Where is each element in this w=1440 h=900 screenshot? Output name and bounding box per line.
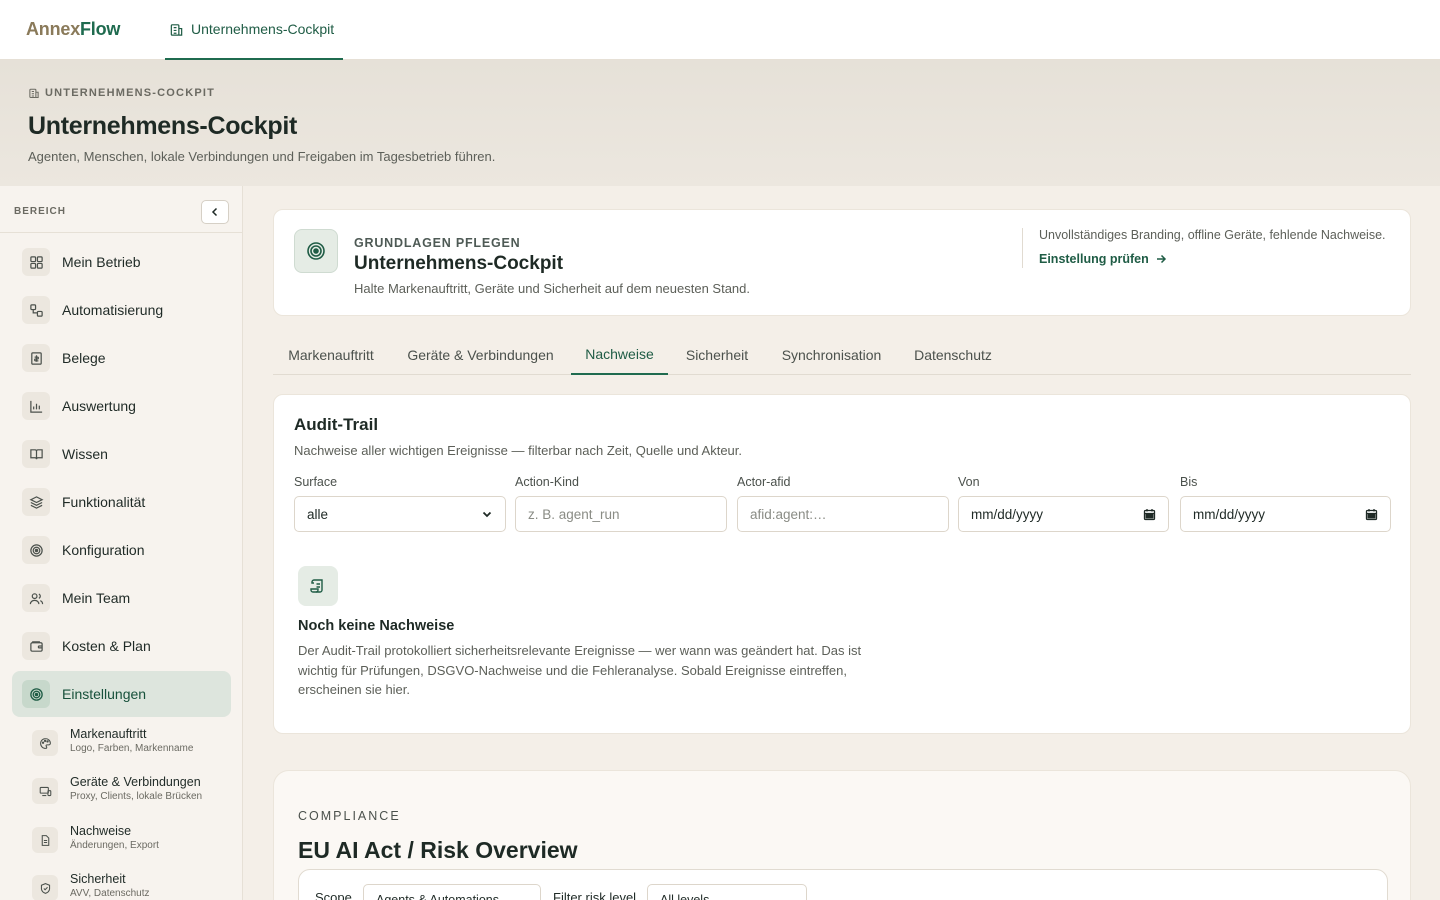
wallet-icon (29, 640, 43, 652)
chevron-left-icon (211, 207, 218, 217)
audit-title: Audit-Trail (294, 415, 379, 434)
to-date-input[interactable]: mm/dd/yyyy (1180, 496, 1391, 532)
scope-label: Scope (315, 890, 352, 900)
action-kind-input[interactable]: z. B. agent_run (515, 496, 727, 532)
sidebar-item-belege[interactable]: Belege (12, 335, 231, 381)
sidebar-item-automatisierung[interactable]: Automatisierung (12, 287, 231, 333)
summary-eyebrow: GRUNDLAGEN PFLEGEN (354, 236, 521, 250)
summary-title: Unternehmens-Cockpit (354, 253, 564, 274)
sidebar-subitem-geraete[interactable]: Geräte & Verbindungen Proxy, Clients, lok… (32, 774, 232, 818)
page-subtitle: Agenten, Menschen, lokale Verbindungen u… (28, 149, 496, 164)
scope-select[interactable]: Agents & Automations (363, 884, 541, 900)
target-icon (29, 543, 43, 557)
document-icon (41, 834, 49, 846)
audit-subtitle: Nachweise aller wichtigen Ereignisse — f… (294, 443, 742, 458)
to-date-label: Bis (1180, 475, 1198, 489)
tab-geraete[interactable]: Geräte & Verbindungen (397, 335, 564, 375)
sidebar-item-kosten-plan[interactable]: Kosten & Plan (12, 623, 231, 669)
sidebar-item-konfiguration[interactable]: Konfiguration (12, 527, 231, 573)
scroll-icon (310, 579, 323, 593)
sidebar: BEREICH Mein Betrieb Automatisierung Bel… (0, 186, 243, 900)
settings-tabs: Markenauftritt Geräte & Verbindungen Nac… (273, 335, 1411, 375)
surface-label: Surface (294, 475, 338, 489)
devices-icon (39, 786, 51, 796)
sidebar-label: BEREICH (14, 206, 67, 217)
risk-level-label: Filter risk level (553, 890, 637, 900)
receipt-icon (30, 351, 42, 365)
summary-subtitle: Halte Markenauftritt, Geräte und Sicherh… (354, 281, 751, 296)
tab-synchronisation[interactable]: Synchronisation (771, 335, 892, 375)
top-bar: AnnexFlow Unternehmens-Cockpit (0, 0, 1440, 60)
compliance-eyebrow: COMPLIANCE (298, 809, 401, 823)
surface-select[interactable]: alle (294, 496, 506, 532)
page-title: Unternehmens-Cockpit (28, 112, 298, 140)
sidebar-item-auswertung[interactable]: Auswertung (12, 383, 231, 429)
sidebar-subitem-markenauftritt[interactable]: Markenauftritt Logo, Farben, Markenname (32, 726, 232, 770)
settings-summary-card: GRUNDLAGEN PFLEGEN Unternehmens-Cockpit … (273, 209, 1411, 316)
divider (1022, 228, 1023, 268)
shield-icon (40, 882, 50, 894)
tab-datenschutz[interactable]: Datenschutz (903, 335, 1003, 375)
workflow-icon (29, 303, 43, 317)
sidebar-item-mein-betrieb[interactable]: Mein Betrieb (12, 239, 231, 285)
actor-afid-input[interactable]: afid:agent:… (737, 496, 949, 532)
users-icon (29, 592, 43, 604)
risk-filter-bar: Scope Agents & Automations Filter risk l… (298, 869, 1388, 900)
action-kind-label: Action-Kind (515, 475, 579, 489)
tab-nachweise[interactable]: Nachweise (571, 335, 668, 375)
compliance-title: EU AI Act / Risk Overview (298, 837, 578, 863)
from-date-label: Von (958, 475, 980, 489)
chevron-down-icon (482, 511, 492, 518)
book-icon (29, 448, 43, 459)
summary-note: Unvollständiges Branding, offline Geräte… (1039, 228, 1386, 242)
from-date-input[interactable]: mm/dd/yyyy (958, 496, 1169, 532)
bar-chart-icon (29, 400, 42, 413)
tab-markenauftritt[interactable]: Markenauftritt (273, 335, 389, 375)
empty-state-text: Der Audit-Trail protokolliert sicherheit… (298, 643, 862, 697)
sidebar-item-mein-team[interactable]: Mein Team (12, 575, 231, 621)
grid-icon (29, 255, 43, 269)
building-icon (29, 88, 39, 99)
top-tab-cockpit[interactable]: Unternehmens-Cockpit (165, 0, 343, 60)
brand-logo[interactable]: AnnexFlow (26, 19, 120, 40)
building-icon (170, 23, 183, 36)
tab-sicherheit[interactable]: Sicherheit (676, 335, 758, 375)
target-icon (29, 687, 43, 701)
target-icon (307, 242, 325, 260)
page-header: UNTERNEHMENS-COCKPIT Unternehmens-Cockpi… (0, 60, 1440, 186)
sidebar-item-funktionalitaet[interactable]: Funktionalität (12, 479, 231, 525)
arrow-right-icon (1156, 254, 1166, 264)
compliance-card: COMPLIANCE EU AI Act / Risk Overview Sco… (273, 770, 1411, 900)
sidebar-item-einstellungen[interactable]: Einstellungen (12, 671, 231, 717)
empty-state-title: Noch keine Nachweise (298, 618, 455, 634)
palette-icon (39, 737, 51, 749)
breadcrumb: UNTERNEHMENS-COCKPIT (28, 87, 215, 99)
calendar-icon[interactable] (1143, 508, 1156, 521)
sidebar-item-wissen[interactable]: Wissen (12, 431, 231, 477)
risk-level-select[interactable]: All levels (647, 884, 807, 900)
sidebar-subitem-nachweise[interactable]: Nachweise Änderungen, Export (32, 823, 232, 867)
check-settings-link[interactable]: Einstellung prüfen (1039, 252, 1167, 266)
actor-afid-label: Actor-afid (737, 475, 791, 489)
collapse-sidebar-button[interactable] (201, 200, 229, 224)
sidebar-header: BEREICH (0, 186, 243, 233)
calendar-icon[interactable] (1365, 508, 1378, 521)
layers-icon (29, 495, 43, 509)
audit-trail-card: Audit-Trail Nachweise aller wichtigen Er… (273, 394, 1411, 734)
sidebar-subitem-sicherheit[interactable]: Sicherheit AVV, Datenschutz (32, 871, 232, 900)
